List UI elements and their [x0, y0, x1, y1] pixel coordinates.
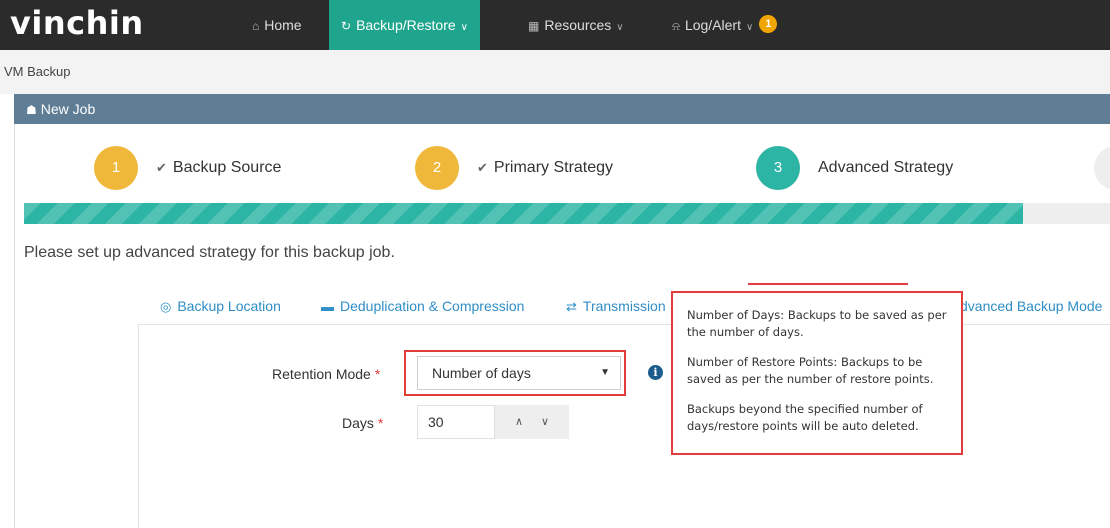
retention-mode-select[interactable]: Number of days ▼	[417, 356, 621, 390]
nav-resources[interactable]: ▦ Resources ∨	[528, 0, 624, 50]
tab-label: Deduplication & Compression	[340, 298, 525, 314]
nav-backup-restore[interactable]: ↻ Backup/Restore ∨	[329, 0, 480, 50]
panel-header: ☗ New Job	[14, 94, 1110, 124]
step-label: Advanced Strategy	[818, 159, 954, 176]
retention-mode-label-text: Retention Mode	[272, 366, 371, 382]
tab-label: Transmission	[582, 298, 666, 314]
intro-text: Please set up advanced strategy for this…	[24, 244, 395, 261]
chevron-down-icon: ∨	[746, 22, 754, 33]
chevron-down-icon: ∨	[616, 22, 624, 33]
drive-icon: ▬	[321, 299, 334, 314]
tab-transmission[interactable]: ⇄ Transmission	[566, 298, 666, 315]
info-icon[interactable]: i	[648, 365, 663, 380]
nav-home-label: Home	[264, 17, 302, 33]
tab-advanced-backup-mode[interactable]: dvanced Backup Mode	[960, 298, 1102, 314]
tab-label: dvanced Backup Mode	[960, 298, 1103, 314]
step-label: ✔ Primary Strategy	[477, 146, 613, 190]
alert-count-badge: 1	[759, 15, 778, 34]
retention-mode-value: Number of days	[432, 365, 531, 381]
tab-backup-location[interactable]: ◎ Backup Location	[160, 298, 281, 315]
nav-log-alert[interactable]: ⍾ Log/Alert ∨ 1	[672, 0, 778, 50]
chevron-down-icon: ∨	[460, 22, 468, 33]
required-mark: *	[377, 415, 384, 431]
active-tab-underline	[748, 283, 908, 285]
exchange-icon: ⇄	[566, 299, 577, 314]
location-icon: ◎	[160, 299, 172, 314]
bell-icon: ⍾	[672, 19, 680, 33]
dropdown-arrow-icon: ▼	[600, 367, 610, 378]
panel-title: New Job	[40, 101, 96, 117]
step-label-text: Primary Strategy	[493, 159, 614, 176]
days-label: Days *	[342, 415, 383, 431]
tab-deduplication-compression[interactable]: ▬ Deduplication & Compression	[321, 298, 524, 314]
chevron-up-icon[interactable]: ∧	[515, 405, 523, 439]
refresh-icon: ↻	[341, 19, 352, 33]
tooltip-line: Number of Days: Backups to be saved as p…	[687, 308, 947, 339]
tooltip-line: Backups beyond the specified number of d…	[687, 402, 923, 433]
top-navbar: vinchin ⌂ Home ↻ Backup/Restore ∨ ▦ Resource…	[0, 0, 1110, 50]
tab-label: Backup Location	[177, 298, 281, 314]
grid-icon: ▦	[528, 19, 540, 33]
tooltip-line: Number of Restore Points: Backups to be …	[687, 355, 934, 386]
vinchin-logo[interactable]: vinchin	[10, 2, 144, 44]
check-icon: ✔	[477, 160, 488, 175]
check-icon: ✔	[156, 160, 167, 175]
progress-fill	[24, 203, 1024, 224]
wizard-progress-bar	[24, 203, 1110, 224]
days-input[interactable]: 30	[417, 405, 495, 439]
retention-mode-tooltip: Number of Days: Backups to be saved as p…	[671, 291, 963, 455]
step-number: 2	[415, 146, 459, 190]
days-label-text: Days	[342, 415, 374, 431]
step-label-text: Backup Source	[172, 159, 282, 176]
retention-mode-label: Retention Mode *	[272, 366, 380, 382]
chevron-down-icon[interactable]: ∨	[541, 405, 549, 439]
step-number: 3	[756, 146, 800, 190]
job-icon: ☗	[26, 103, 37, 117]
required-mark: *	[374, 366, 381, 382]
home-icon: ⌂	[252, 19, 260, 33]
nav-backup-restore-label: Backup/Restore	[356, 17, 456, 33]
step-number: 1	[94, 146, 138, 190]
nav-home[interactable]: ⌂ Home	[252, 0, 302, 50]
step-label: ✔ Backup Source	[156, 146, 281, 190]
nav-log-alert-label: Log/Alert	[684, 17, 741, 33]
breadcrumb: VM Backup	[0, 50, 1110, 94]
nav-resources-label: Resources	[544, 17, 612, 33]
days-stepper: ∧ ∨	[495, 405, 569, 439]
